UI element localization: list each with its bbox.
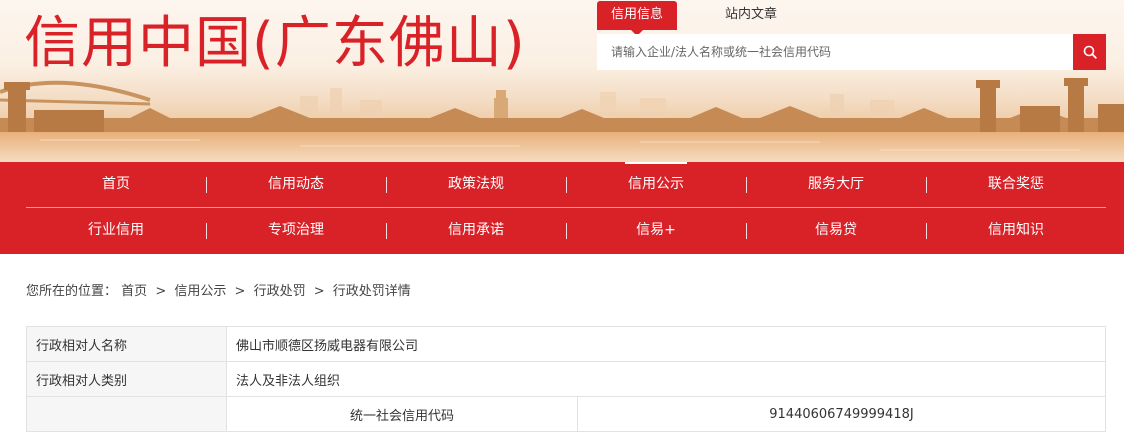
breadcrumb-current: 行政处罚详情 [332,284,411,299]
row-label-empty [26,396,227,432]
row-value-party-name: 佛山市顺德区扬威电器有限公司 [226,326,1106,362]
main-nav: 首页 信用动态 政策法规 信用公示 服务大厅 联合奖惩 行业信用 专项治理 信用… [0,162,1124,254]
row-label-party-name: 行政相对人名称 [26,326,227,362]
nav-item-policies[interactable]: 政策法规 [386,162,566,207]
header-banner: 信用中国(广东佛山) 信用信息 站内文章 [0,0,1124,162]
search-icon [1083,45,1097,59]
nav-item-special-governance[interactable]: 专项治理 [206,208,386,253]
breadcrumb-home[interactable]: 首页 [121,284,147,299]
search-input[interactable] [597,34,1073,70]
nav-row-secondary: 行业信用 专项治理 信用承诺 信易+ 信易贷 信用知识 [26,208,1106,253]
nav-item-home[interactable]: 首页 [26,162,206,207]
breadcrumb-admin-penalty[interactable]: 行政处罚 [254,284,306,299]
nav-item-industry-credit[interactable]: 行业信用 [26,208,206,253]
row-label-party-type: 行政相对人类别 [26,361,227,397]
nav-item-credit-loan[interactable]: 信易贷 [746,208,926,253]
nav-item-xinyi-plus[interactable]: 信易+ [566,208,746,253]
nav-item-credit-news[interactable]: 信用动态 [206,162,386,207]
search-button[interactable] [1073,34,1106,70]
table-row: 行政相对人类别 法人及非法人组织 [26,361,1106,397]
tab-site-articles[interactable]: 站内文章 [707,1,795,30]
site-title: 信用中国(广东佛山) [24,11,526,76]
penalty-detail-table: 行政相对人名称 佛山市顺德区扬威电器有限公司 行政相对人类别 法人及非法人组织 … [26,326,1106,432]
breadcrumb-separator: > [234,284,246,299]
nav-item-credit-knowledge[interactable]: 信用知识 [926,208,1106,253]
table-row: 行政相对人名称 佛山市顺德区扬威电器有限公司 [26,326,1106,362]
nav-item-credit-commitment[interactable]: 信用承诺 [386,208,566,253]
nav-item-joint-rewards[interactable]: 联合奖惩 [926,162,1106,207]
table-row: 统一社会信用代码 91440606749999418J [26,396,1106,432]
breadcrumb-prefix: 您所在的位置： [26,284,118,299]
breadcrumb-credit-disclosure[interactable]: 信用公示 [174,284,226,299]
breadcrumb-separator: > [313,284,325,299]
nav-item-credit-disclosure[interactable]: 信用公示 [566,162,746,207]
sub-value-credit-code: 91440606749999418J [577,396,1106,432]
breadcrumb: 您所在的位置： 首页 > 信用公示 > 行政处罚 > 行政处罚详情 [26,280,411,299]
nav-item-service-hall[interactable]: 服务大厅 [746,162,926,207]
sub-label-credit-code: 统一社会信用代码 [226,396,578,432]
tab-credit-info[interactable]: 信用信息 [597,1,677,36]
row-value-party-type: 法人及非法人组织 [226,361,1106,397]
nav-row-primary: 首页 信用动态 政策法规 信用公示 服务大厅 联合奖惩 [26,162,1106,207]
breadcrumb-separator: > [155,284,167,299]
